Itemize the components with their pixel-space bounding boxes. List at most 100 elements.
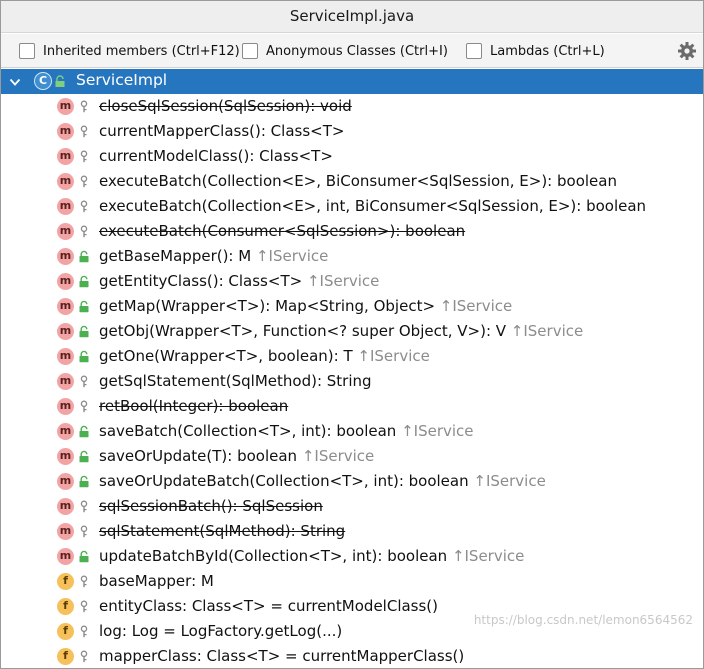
method-icon: m [57,248,74,265]
checkbox-box[interactable] [242,43,258,59]
gear-icon[interactable] [677,41,697,61]
protected-key-icon [80,125,88,138]
checkbox-box[interactable] [466,43,482,59]
anonymous-classes-label: Anonymous Classes (Ctrl+I) [266,43,448,59]
tree-root-serviceimpl[interactable]: C ServiceImpl [1,69,703,94]
method-item[interactable]: m executeBatch(Consumer<SqlSession>): boo… [1,219,703,244]
method-icon: m [57,223,74,240]
protected-key-icon [80,625,88,638]
inherited-from-label: ↑IService [301,447,375,465]
member-signature: saveOrUpdateBatch(Collection<T>, int): b… [99,472,474,490]
protected-key-icon [80,375,88,388]
field-icon: f [57,598,74,615]
member-label: saveBatch(Collection<T>, int): boolean ↑… [99,422,474,440]
method-item[interactable]: m getMap(Wrapper<T>): Map<String, Object>… [1,294,703,319]
protected-key-icon [80,150,88,163]
method-item[interactable]: m retBool(Integer): boolean [1,394,703,419]
method-item[interactable]: m saveOrUpdateBatch(Collection<T>, int): … [1,469,703,494]
member-signature: entityClass: Class<T> = currentModelClas… [99,597,439,615]
member-signature: closeSqlSession(SqlSession): void [99,97,352,115]
public-lock-icon [79,350,89,363]
protected-key-icon [80,650,88,663]
member-label: getObj(Wrapper<T>, Function<? super Obje… [99,322,583,340]
member-label: log: Log = LogFactory.getLog(...) [99,622,342,640]
member-signature: currentModelClass(): Class<T> [99,147,333,165]
member-signature: getOne(Wrapper<T>, boolean): T [99,347,358,365]
protected-key-icon [80,200,88,213]
method-icon: m [57,198,74,215]
member-label: getMap(Wrapper<T>): Map<String, Object> … [99,297,512,315]
window-title: ServiceImpl.java [1,1,703,33]
method-icon: m [57,548,74,565]
inherited-from-label: ↑IService [401,422,474,440]
anonymous-classes-checkbox[interactable]: Anonymous Classes (Ctrl+I) [242,42,448,60]
method-item[interactable]: m getBaseMapper(): M ↑IService [1,244,703,269]
member-label: executeBatch(Collection<E>, BiConsumer<S… [99,172,617,190]
method-item[interactable]: m updateBatchById(Collection<T>, int): bo… [1,544,703,569]
method-icon: m [57,323,74,340]
method-item[interactable]: m saveOrUpdate(T): boolean ↑IService [1,444,703,469]
member-signature: updateBatchById(Collection<T>, int): boo… [99,547,452,565]
field-item[interactable]: f baseMapper: M [1,569,703,594]
root-class-label: ServiceImpl [76,71,168,89]
public-lock-icon [79,425,89,438]
inherited-from-label: ↑IService [473,472,546,490]
chevron-down-icon[interactable] [9,76,21,88]
public-lock-icon [55,75,65,87]
method-item[interactable]: m getSqlStatement(SqlMethod): String [1,369,703,394]
method-item[interactable]: m saveBatch(Collection<T>, int): boolean … [1,419,703,444]
method-icon: m [57,298,74,315]
member-label: updateBatchById(Collection<T>, int): boo… [99,547,524,565]
method-icon: m [57,123,74,140]
method-item[interactable]: m sqlSessionBatch(): SqlSession [1,494,703,519]
member-signature: getObj(Wrapper<T>, Function<? super Obje… [99,322,511,340]
inherited-from-label: ↑IService [306,272,380,290]
lambdas-checkbox[interactable]: Lambdas (Ctrl+L) [466,42,605,60]
member-label: closeSqlSession(SqlSession): void [99,97,352,115]
inherited-members-checkbox[interactable]: Inherited members (Ctrl+F12) [19,42,240,60]
member-signature: getSqlStatement(SqlMethod): String [99,372,372,390]
method-item[interactable]: m getObj(Wrapper<T>, Function<? super Obj… [1,319,703,344]
member-signature: saveBatch(Collection<T>, int): boolean [99,422,402,440]
method-item[interactable]: m currentModelClass(): Class<T> [1,144,703,169]
protected-key-icon [80,525,88,538]
member-label: sqlSessionBatch(): SqlSession [99,497,323,515]
member-label: saveOrUpdate(T): boolean ↑IService [99,447,374,465]
checkbox-box[interactable] [19,43,35,59]
method-item[interactable]: m closeSqlSession(SqlSession): void [1,94,703,119]
member-label: entityClass: Class<T> = currentModelClas… [99,597,438,615]
method-icon: m [57,148,74,165]
field-icon: f [57,573,74,590]
method-item[interactable]: m getOne(Wrapper<T>, boolean): T ↑IServic… [1,344,703,369]
inherited-from-label: ↑IService [439,297,513,315]
method-item[interactable]: m getEntityClass(): Class<T> ↑IService [1,269,703,294]
member-label: executeBatch(Consumer<SqlSession>): bool… [99,222,465,240]
method-icon: m [57,498,74,515]
class-icon: C [34,72,52,90]
field-item[interactable]: f mapperClass: Class<T> = currentMapperCl… [1,644,703,668]
member-label: executeBatch(Collection<E>, int, BiConsu… [99,197,646,215]
method-item[interactable]: m currentMapperClass(): Class<T> [1,119,703,144]
method-icon: m [57,98,74,115]
method-icon: m [57,448,74,465]
method-icon: m [57,473,74,490]
member-label: currentModelClass(): Class<T> [99,147,333,165]
member-label: getOne(Wrapper<T>, boolean): T ↑IService [99,347,430,365]
protected-key-icon [80,500,88,513]
method-item[interactable]: m sqlStatement(SqlMethod): String [1,519,703,544]
protected-key-icon [80,575,88,588]
member-signature: getEntityClass(): Class<T> [99,272,307,290]
member-label: getSqlStatement(SqlMethod): String [99,372,372,390]
member-label: baseMapper: M [99,572,214,590]
watermark: https://blog.csdn.net/lemon6564562 [473,613,693,627]
member-label: saveOrUpdateBatch(Collection<T>, int): b… [99,472,546,490]
member-signature: executeBatch(Consumer<SqlSession>): bool… [99,222,466,240]
inherited-from-label: ↑IService [357,347,430,365]
member-label: retBool(Integer): boolean [99,397,288,415]
member-signature: executeBatch(Collection<E>, BiConsumer<S… [99,172,617,190]
method-item[interactable]: m executeBatch(Collection<E>, BiConsumer<… [1,169,703,194]
field-icon: f [57,623,74,640]
member-signature: sqlSessionBatch(): SqlSession [99,497,323,515]
inherited-members-label: Inherited members (Ctrl+F12) [43,43,240,59]
method-item[interactable]: m executeBatch(Collection<E>, int, BiCons… [1,194,703,219]
